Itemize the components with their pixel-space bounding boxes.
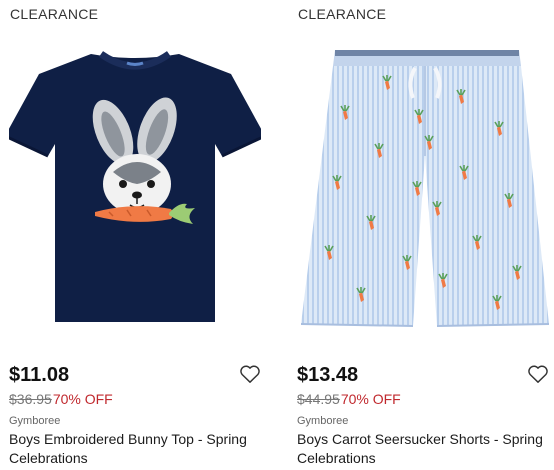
sale-price: $11.08 bbox=[9, 364, 70, 386]
brand-name: Gymboree bbox=[9, 415, 61, 427]
original-price: $44.95 bbox=[297, 391, 340, 407]
product-grid: CLEARANCE $11.08 $36.9570% OFF Gymboree … bbox=[0, 0, 554, 470]
heart-outline-icon bbox=[528, 365, 548, 383]
price-details: $36.9570% OFF bbox=[9, 391, 113, 407]
brand-name: Gymboree bbox=[297, 415, 349, 427]
product-image[interactable] bbox=[9, 32, 261, 332]
product-title-link[interactable]: Boys Carrot Seersucker Shorts - Spring C… bbox=[297, 430, 549, 468]
favorite-button[interactable] bbox=[239, 364, 261, 384]
clearance-badge: CLEARANCE bbox=[10, 6, 99, 22]
product-title-link[interactable]: Boys Embroidered Bunny Top - Spring Cele… bbox=[9, 430, 261, 468]
original-price: $36.95 bbox=[9, 391, 52, 407]
heart-outline-icon bbox=[240, 365, 260, 383]
clearance-badge: CLEARANCE bbox=[298, 6, 387, 22]
product-card[interactable]: CLEARANCE bbox=[9, 0, 261, 470]
favorite-button[interactable] bbox=[527, 364, 549, 384]
sale-price: $13.48 bbox=[297, 364, 359, 386]
carrot-shorts-image bbox=[297, 32, 549, 332]
price-details: $44.9570% OFF bbox=[297, 391, 401, 407]
product-card[interactable]: CLEARANCE bbox=[297, 0, 549, 470]
product-image[interactable] bbox=[297, 32, 549, 332]
discount-label: 70% OFF bbox=[340, 391, 401, 407]
discount-label: 70% OFF bbox=[52, 391, 113, 407]
bunny-tshirt-image bbox=[9, 32, 261, 332]
